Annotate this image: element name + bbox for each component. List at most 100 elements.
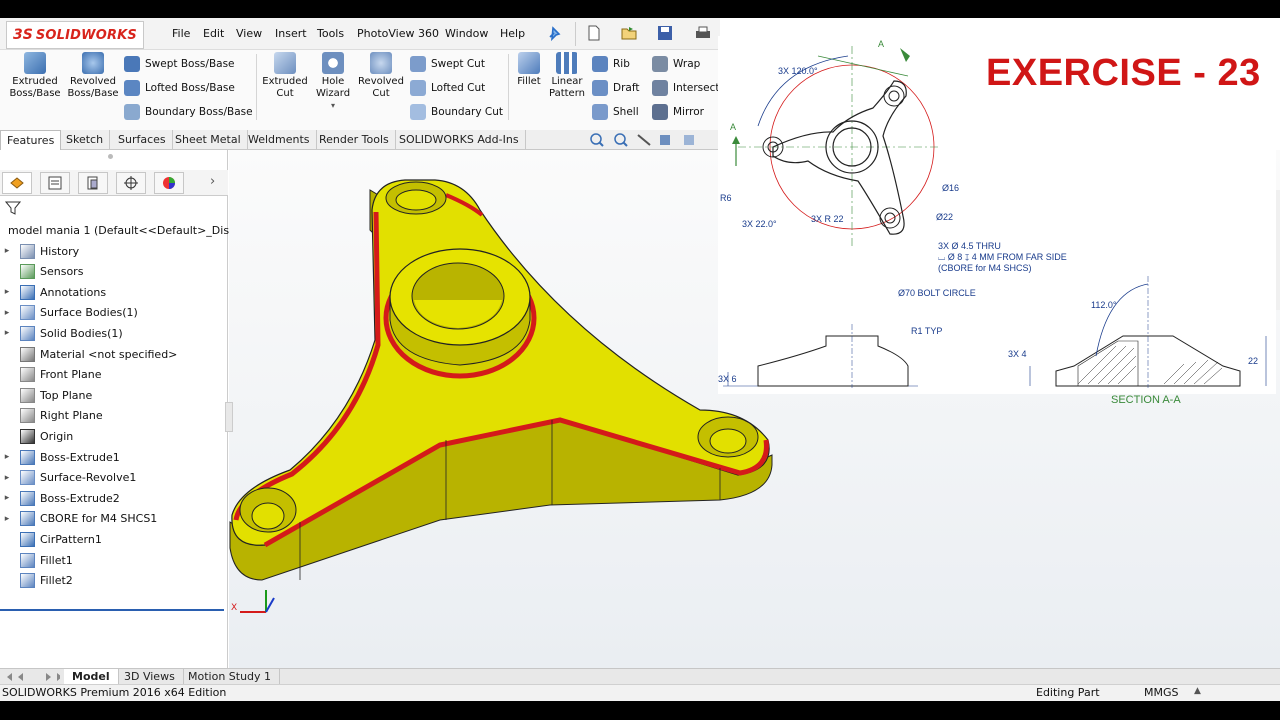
panel-grip[interactable] xyxy=(108,154,113,159)
tree-item-surface-revolve1[interactable]: ▸ Surface-Revolve1 xyxy=(0,468,228,488)
expand-arrow-icon[interactable]: ▸ xyxy=(2,514,12,524)
fillet-icon xyxy=(518,52,540,74)
tab-addins[interactable]: SOLIDWORKS Add-Ins xyxy=(393,130,526,150)
solidworks-logo[interactable]: 3S SOLIDWORKS xyxy=(6,21,144,49)
tree-item-top-plane[interactable]: Top Plane xyxy=(0,385,228,405)
property-manager-tab[interactable] xyxy=(40,172,70,194)
tree-item-label: Fillet2 xyxy=(40,574,73,588)
tree-item-annotations[interactable]: ▸ Annotations xyxy=(0,282,228,302)
lofted-boss-button[interactable]: Lofted Boss/Base xyxy=(124,80,235,96)
boundary-cut-button[interactable]: Boundary Cut xyxy=(410,104,503,120)
feature-manager-panel: › model mania 1 (Default<<Default>_Disp … xyxy=(0,150,236,668)
revolved-boss-button[interactable]: Revolved Boss/Base xyxy=(66,52,120,100)
tab-render-tools[interactable]: Render Tools xyxy=(313,130,396,150)
tree-item-origin[interactable]: Origin xyxy=(0,426,228,446)
menu-view[interactable]: View xyxy=(236,27,262,40)
swept-boss-button[interactable]: Swept Boss/Base xyxy=(124,56,235,72)
rollback-bar[interactable] xyxy=(0,609,224,611)
expand-arrow-icon[interactable]: ▸ xyxy=(2,473,12,483)
expand-arrow-icon[interactable]: ▸ xyxy=(2,452,12,462)
svg-text:X: X xyxy=(231,603,237,613)
display-manager-tab[interactable] xyxy=(154,172,184,194)
extruded-cut-button[interactable]: Extruded Cut xyxy=(260,52,310,100)
expand-arrow-icon[interactable]: ▸ xyxy=(2,493,12,503)
tree-item-cbore-for-m4-shcs1[interactable]: ▸ CBORE for M4 SHCS1 xyxy=(0,509,228,529)
lofted-boss-label: Lofted Boss/Base xyxy=(145,82,235,94)
boundary-boss-label: Boundary Boss/Base xyxy=(145,106,253,118)
mirror-button[interactable]: Mirror xyxy=(652,104,704,120)
view-heads-up-toolbar[interactable] xyxy=(588,132,708,148)
shell-button[interactable]: Shell xyxy=(592,104,639,120)
tab-sketch[interactable]: Sketch xyxy=(60,130,111,150)
editing-mode: Editing Part xyxy=(1036,686,1100,699)
section-letter-top: A xyxy=(878,39,885,49)
intersect-button[interactable]: Intersect xyxy=(652,80,719,96)
menu-insert[interactable]: Insert xyxy=(275,27,307,40)
print-icon[interactable] xyxy=(694,24,712,42)
menu-tools[interactable]: Tools xyxy=(317,27,344,40)
tab-features[interactable]: Features xyxy=(0,130,62,150)
tree-item-solid-bodies-1[interactable]: ▸ Solid Bodies(1) xyxy=(0,323,228,343)
wrap-button[interactable]: Wrap xyxy=(652,56,700,72)
tab-scroll-arrows[interactable] xyxy=(4,671,60,683)
tree-item-fillet1[interactable]: Fillet1 xyxy=(0,550,228,570)
tree-item-front-plane[interactable]: Front Plane xyxy=(0,365,228,385)
tree-item-boss-extrude2[interactable]: ▸ Boss-Extrude2 xyxy=(0,488,228,508)
expand-arrow-icon[interactable]: ▸ xyxy=(2,246,12,256)
linear-pattern-button[interactable]: Linear Pattern xyxy=(546,52,588,100)
extrude-icon xyxy=(24,52,46,74)
menu-edit[interactable]: Edit xyxy=(203,27,224,40)
menu-help[interactable]: Help xyxy=(500,27,525,40)
swept-cut-button[interactable]: Swept Cut xyxy=(410,56,485,72)
menu-photoview[interactable]: PhotoView 360 xyxy=(357,27,439,40)
new-document-icon[interactable] xyxy=(585,24,603,42)
extruded-boss-label: Extruded Boss/Base xyxy=(9,76,61,99)
expand-arrow-icon[interactable]: ▸ xyxy=(2,328,12,338)
hole-wizard-button[interactable]: Hole Wizard ▾ xyxy=(310,52,356,112)
feature-tree-tab[interactable] xyxy=(2,172,32,194)
tree-item-right-plane[interactable]: Right Plane xyxy=(0,406,228,426)
tree-item-material-not-specified[interactable]: Material <not specified> xyxy=(0,344,228,364)
tree-item-label: Annotations xyxy=(40,285,107,299)
fillet-label: Fillet xyxy=(517,76,541,87)
extruded-boss-button[interactable]: Extruded Boss/Base xyxy=(8,52,62,100)
splitter-handle[interactable] xyxy=(225,402,233,432)
revolved-cut-button[interactable]: Revolved Cut xyxy=(356,52,406,100)
expand-arrow-icon[interactable]: ▸ xyxy=(2,287,12,297)
mirror-icon xyxy=(652,104,668,120)
tab-surfaces[interactable]: Surfaces xyxy=(112,130,173,150)
tree-item-surface-bodies-1[interactable]: ▸ Surface Bodies(1) xyxy=(0,303,228,323)
dimxpert-icon xyxy=(124,176,138,190)
open-folder-icon[interactable] xyxy=(620,24,638,42)
chevron-down-icon[interactable]: ▾ xyxy=(310,100,356,112)
axis-triad: X xyxy=(231,590,275,613)
menu-file[interactable]: File xyxy=(172,27,190,40)
pin-icon[interactable] xyxy=(545,24,563,42)
revolve-icon xyxy=(82,52,104,74)
tree-item-boss-extrude1[interactable]: ▸ Boss-Extrude1 xyxy=(0,447,228,467)
tab-motion-study[interactable]: Motion Study 1 xyxy=(180,669,281,685)
chevron-up-icon[interactable]: ▲ xyxy=(1194,686,1201,696)
lofted-cut-button[interactable]: Lofted Cut xyxy=(410,80,485,96)
tab-model[interactable]: Model xyxy=(64,669,119,685)
tab-weldments[interactable]: Weldments xyxy=(242,130,317,150)
tree-item-fillet2[interactable]: Fillet2 xyxy=(0,571,228,591)
tree-item-history[interactable]: ▸ History xyxy=(0,241,228,261)
configuration-manager-tab[interactable] xyxy=(78,172,108,194)
fillet-button[interactable]: Fillet xyxy=(512,52,546,88)
tab-sheet-metal[interactable]: Sheet Metal xyxy=(169,130,248,150)
expand-arrow-icon[interactable]: ▸ xyxy=(2,308,12,318)
tab-3d-views[interactable]: 3D Views xyxy=(116,669,184,685)
unit-system[interactable]: MMGS xyxy=(1144,686,1179,699)
dimxpert-tab[interactable] xyxy=(116,172,146,194)
tree-item-sensors[interactable]: Sensors xyxy=(0,262,228,282)
chevron-right-icon[interactable]: › xyxy=(210,174,215,189)
tree-root-part[interactable]: model mania 1 (Default<<Default>_Disp xyxy=(0,220,236,240)
tree-item-cirpattern1[interactable]: CirPattern1 xyxy=(0,529,228,549)
boundary-boss-button[interactable]: Boundary Boss/Base xyxy=(124,104,253,120)
rib-button[interactable]: Rib xyxy=(592,56,630,72)
draft-button[interactable]: Draft xyxy=(592,80,639,96)
save-icon[interactable] xyxy=(656,24,674,42)
filter-icon[interactable] xyxy=(5,200,21,216)
menu-window[interactable]: Window xyxy=(445,27,488,40)
